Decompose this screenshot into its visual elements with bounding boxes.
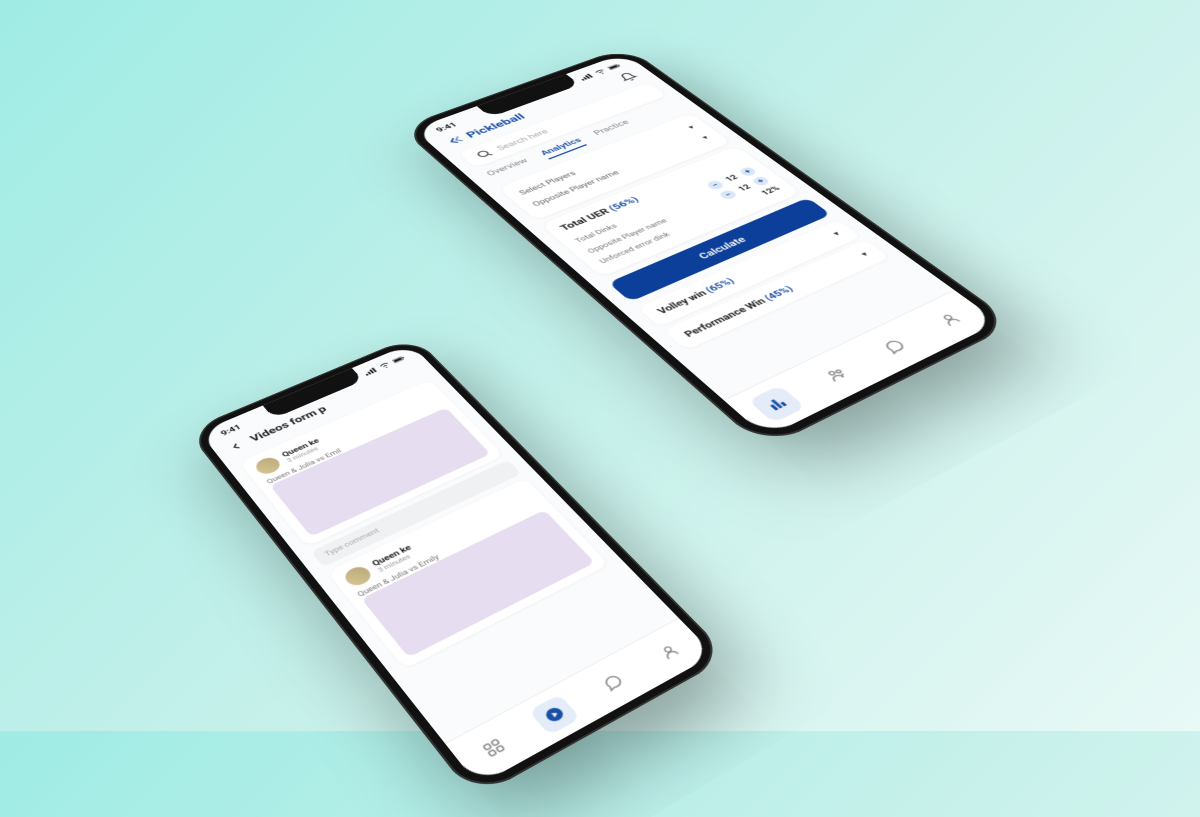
nav-grid[interactable] <box>467 726 520 769</box>
brand-icon <box>445 134 467 146</box>
nav-analytics[interactable] <box>747 384 805 422</box>
nav-chat[interactable] <box>587 662 639 702</box>
opposite-value: 12 <box>735 182 754 192</box>
signal-icon <box>578 72 594 80</box>
chevron-down-icon: ▼ <box>686 124 698 130</box>
nav-profile[interactable] <box>644 632 695 671</box>
nav-chat[interactable] <box>866 328 923 363</box>
signal-icon <box>363 366 379 375</box>
wifi-icon <box>592 67 608 75</box>
battery-icon <box>606 62 622 70</box>
total-dinks-value: 12 <box>722 173 740 183</box>
total-uer-label: Total UER <box>557 206 611 232</box>
phone-mockup-analytics: 9:41 Pickleball Search here Ove <box>400 46 1016 449</box>
chevron-down-icon: ▼ <box>830 229 843 237</box>
bell-icon[interactable] <box>616 70 640 82</box>
wifi-icon <box>377 360 392 369</box>
nav-profile[interactable] <box>922 302 978 336</box>
chevron-down-icon: ▼ <box>700 134 712 141</box>
nav-play[interactable] <box>528 693 580 734</box>
phone-mockup-videos: 9:41 Videos form p Queen ke 3 minutes <box>187 335 730 798</box>
chevron-down-icon: ▼ <box>858 250 871 258</box>
nav-people[interactable] <box>807 356 864 392</box>
bottom-nav <box>445 617 715 785</box>
avatar <box>341 563 375 588</box>
battery-icon <box>391 354 406 363</box>
back-arrow-icon[interactable] <box>226 439 247 453</box>
search-icon <box>473 147 495 160</box>
